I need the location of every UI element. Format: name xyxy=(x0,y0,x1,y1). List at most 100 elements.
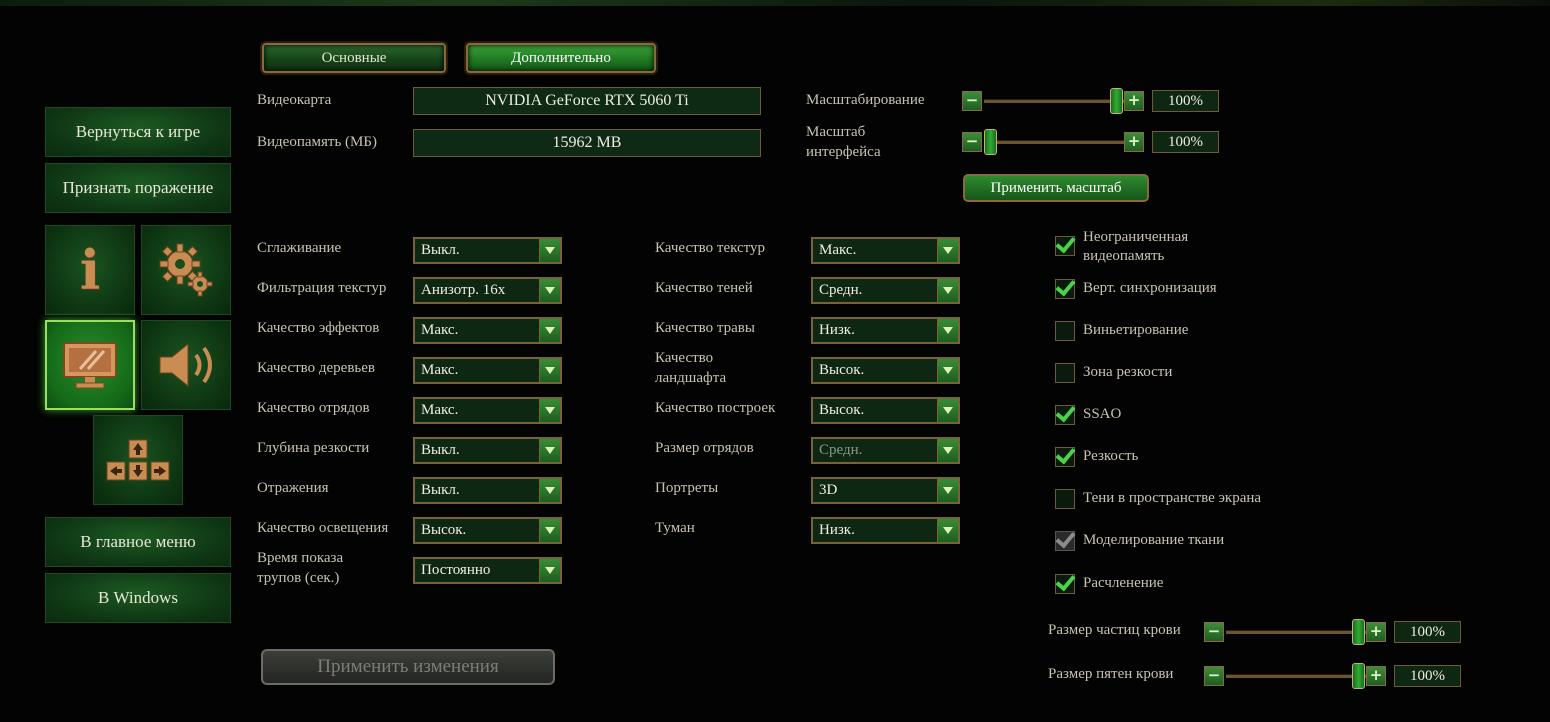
chevron-down-icon[interactable] xyxy=(937,439,958,462)
checkbox-label: Неограниченная xyxy=(1083,229,1189,245)
checkbox[interactable] xyxy=(1055,363,1075,383)
ui-scale-value: 100% xyxy=(1152,131,1219,153)
blood-particles-plus-button[interactable]: + xyxy=(1366,622,1386,642)
chevron-down-icon[interactable] xyxy=(937,279,958,302)
checkbox-label-line2: видеопамять xyxy=(1083,248,1165,264)
chevron-down-icon[interactable] xyxy=(539,239,560,262)
blood-stains-knob[interactable] xyxy=(1352,663,1365,689)
blood-stains-track[interactable] xyxy=(1226,674,1366,678)
graphics-setting-dropdown[interactable]: Выкл. xyxy=(413,477,562,504)
graphics-setting-dropdown[interactable]: Низк. xyxy=(811,317,960,344)
graphics-setting-label: Качество освещения xyxy=(257,520,389,536)
graphics-setting-dropdown-value: Средн. xyxy=(819,442,863,458)
chevron-down-icon[interactable] xyxy=(937,399,958,422)
graphics-setting-label: Качество отрядов xyxy=(257,400,370,416)
chevron-down-icon[interactable] xyxy=(539,279,560,302)
tile-settings[interactable] xyxy=(141,225,231,315)
scale-minus-button[interactable]: − xyxy=(962,91,982,111)
ui-scale-label-line1: Масштаб xyxy=(806,124,866,140)
graphics-setting-dropdown[interactable]: Средн. xyxy=(811,437,960,464)
tile-display[interactable] xyxy=(45,320,135,410)
checkbox-label: Резкость xyxy=(1083,448,1139,464)
graphics-setting-dropdown[interactable]: Выкл. xyxy=(413,437,562,464)
speaker-icon xyxy=(159,342,212,388)
tile-controls[interactable] xyxy=(93,415,183,505)
blood-particles-knob[interactable] xyxy=(1352,619,1365,645)
scale-track[interactable] xyxy=(984,99,1124,103)
graphics-setting-dropdown[interactable]: Низк. xyxy=(811,517,960,544)
scale-label: Масштабирование xyxy=(806,92,925,108)
chevron-down-icon[interactable] xyxy=(539,319,560,342)
chevron-down-icon[interactable] xyxy=(937,519,958,542)
graphics-setting-dropdown-value: Макс. xyxy=(421,322,459,338)
checkbox[interactable] xyxy=(1055,447,1075,467)
ui-scale-plus-button[interactable]: + xyxy=(1124,132,1144,152)
tab-basic[interactable]: Основные xyxy=(262,43,446,73)
graphics-setting-dropdown-value: Низк. xyxy=(819,522,855,538)
graphics-setting-dropdown[interactable]: Высок. xyxy=(413,517,562,544)
checkbox-label: Виньетирование xyxy=(1083,322,1189,338)
chevron-down-icon[interactable] xyxy=(539,399,560,422)
checkbox[interactable] xyxy=(1055,574,1075,594)
graphics-setting-dropdown[interactable]: Макс. xyxy=(413,317,562,344)
graphics-setting-dropdown[interactable]: 3D xyxy=(811,477,960,504)
graphics-setting-dropdown-value: Постоянно xyxy=(421,562,491,578)
graphics-setting-dropdown[interactable]: Средн. xyxy=(811,277,960,304)
top-border xyxy=(0,0,1550,6)
scale-plus-button[interactable]: + xyxy=(1124,91,1144,111)
resume-game-button[interactable]: Вернуться к игре xyxy=(45,107,231,157)
graphics-setting-dropdown[interactable]: Макс. xyxy=(811,237,960,264)
chevron-down-icon[interactable] xyxy=(539,519,560,542)
chevron-down-icon[interactable] xyxy=(539,359,560,382)
chevron-down-icon[interactable] xyxy=(539,479,560,502)
checkbox-label: Моделирование ткани xyxy=(1083,532,1225,548)
main-menu-button[interactable]: В главное меню xyxy=(45,517,231,567)
graphics-setting-dropdown-value: Выкл. xyxy=(421,482,460,498)
graphics-setting-label-line2: ландшафта xyxy=(655,370,727,386)
exit-to-windows-button[interactable]: В Windows xyxy=(45,573,231,623)
surrender-button[interactable]: Признать поражение xyxy=(45,163,231,213)
graphics-setting-label: Сглаживание xyxy=(257,240,342,256)
graphics-setting-dropdown[interactable]: Макс. xyxy=(413,397,562,424)
checkbox[interactable] xyxy=(1055,489,1075,509)
chevron-down-icon[interactable] xyxy=(937,479,958,502)
gears-icon xyxy=(159,243,213,297)
graphics-setting-label: Качество теней xyxy=(655,280,753,296)
graphics-setting-dropdown[interactable]: Высок. xyxy=(811,357,960,384)
blood-stains-plus-button[interactable]: + xyxy=(1366,666,1386,686)
graphics-setting-dropdown-value: Макс. xyxy=(421,402,459,418)
graphics-setting-dropdown-value: Анизотр. 16x xyxy=(421,282,506,298)
graphics-setting-dropdown[interactable]: Постоянно xyxy=(413,557,562,584)
ui-scale-knob[interactable] xyxy=(984,129,997,155)
checkbox[interactable] xyxy=(1055,236,1075,256)
checkbox[interactable] xyxy=(1055,405,1075,425)
tile-info[interactable]: i xyxy=(45,225,135,315)
ui-scale-minus-button[interactable]: − xyxy=(962,132,982,152)
chevron-down-icon[interactable] xyxy=(937,359,958,382)
graphics-setting-dropdown[interactable]: Анизотр. 16x xyxy=(413,277,562,304)
apply-changes-button[interactable]: Применить изменения xyxy=(261,649,555,685)
chevron-down-icon[interactable] xyxy=(937,239,958,262)
arrow-keys-icon xyxy=(106,439,170,481)
ui-scale-track[interactable] xyxy=(984,140,1124,144)
tab-advanced[interactable]: Дополнительно xyxy=(466,43,656,73)
vram-value: 15962 MB xyxy=(413,129,761,157)
graphics-setting-dropdown[interactable]: Высок. xyxy=(811,397,960,424)
graphics-setting-dropdown[interactable]: Выкл. xyxy=(413,237,562,264)
graphics-setting-dropdown-value: Макс. xyxy=(421,362,459,378)
tile-sound[interactable] xyxy=(141,320,231,410)
chevron-down-icon[interactable] xyxy=(539,439,560,462)
graphics-setting-dropdown-value: Выкл. xyxy=(421,242,460,258)
checkbox-label: Тени в пространстве экрана xyxy=(1083,490,1262,506)
checkbox[interactable] xyxy=(1055,321,1075,341)
graphics-setting-dropdown-value: Высок. xyxy=(819,362,865,378)
blood-particles-minus-button[interactable]: − xyxy=(1204,622,1224,642)
scale-knob[interactable] xyxy=(1110,88,1123,114)
chevron-down-icon[interactable] xyxy=(539,559,560,582)
apply-scale-button[interactable]: Применить масштаб xyxy=(963,174,1149,202)
graphics-setting-dropdown[interactable]: Макс. xyxy=(413,357,562,384)
checkbox[interactable] xyxy=(1055,279,1075,299)
chevron-down-icon[interactable] xyxy=(937,319,958,342)
blood-stains-minus-button[interactable]: − xyxy=(1204,666,1224,686)
blood-particles-track[interactable] xyxy=(1226,630,1366,634)
